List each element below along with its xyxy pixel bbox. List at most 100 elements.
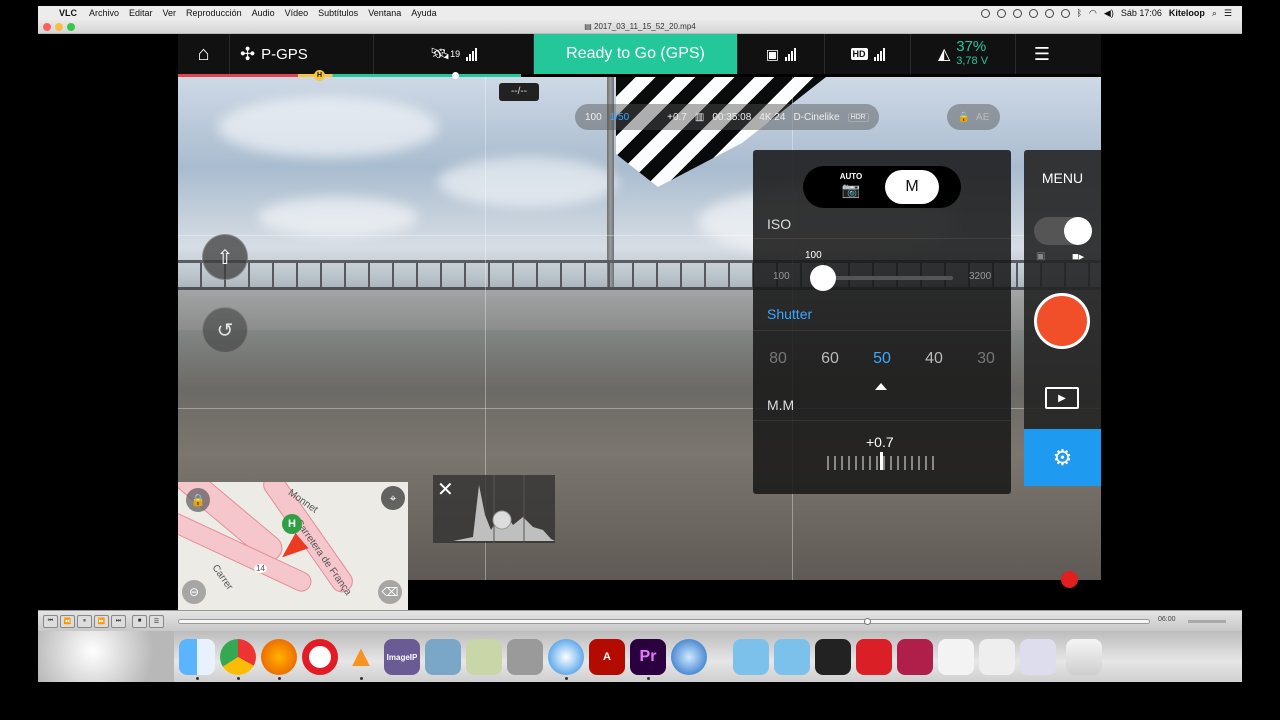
pause-button[interactable]: ⏸ <box>77 614 92 628</box>
volume-icon[interactable]: ◀) <box>1104 8 1114 19</box>
battery-status[interactable]: ◭ 37% 3,78 V <box>911 34 1016 74</box>
menu-editar[interactable]: Editar <box>129 8 153 18</box>
record-button[interactable] <box>1034 293 1090 349</box>
menu-video[interactable]: Vídeo <box>285 8 309 18</box>
menu-ventana[interactable]: Ventana <box>368 8 401 18</box>
shutter-option[interactable]: 80 <box>758 350 798 368</box>
user-name[interactable]: Kiteloop <box>1169 8 1205 18</box>
playlist-button[interactable]: ☰ <box>149 614 164 628</box>
shutter-option[interactable]: 30 <box>966 350 1006 368</box>
dock-disk-utility-icon[interactable] <box>507 639 543 675</box>
aircraft-status-text: Ready to Go (GPS) <box>566 45 705 62</box>
menu-ver[interactable]: Ver <box>163 8 177 18</box>
volume-slider[interactable] <box>1188 620 1226 623</box>
drive-icon[interactable] <box>996 8 1006 18</box>
dock-documents-icon[interactable] <box>938 639 974 675</box>
menu-subtitulos[interactable]: Subtítulos <box>318 8 358 18</box>
wifi-icon[interactable]: ◠ <box>1089 8 1097 19</box>
dock-files-icon[interactable] <box>1020 639 1056 675</box>
rc-signal[interactable]: ▣ <box>738 34 825 74</box>
gps-signal[interactable]: 🛰 19 <box>374 34 534 74</box>
next-button[interactable]: ⏭ <box>111 614 126 628</box>
dock-image-capture-icon[interactable] <box>466 639 502 675</box>
dock-finder-icon[interactable] <box>179 639 215 675</box>
settings-list-button[interactable]: ☰ <box>1016 34 1068 74</box>
dock-folder-icon[interactable] <box>815 639 851 675</box>
dock-applications-icon[interactable] <box>774 639 810 675</box>
minimize-window-button[interactable] <box>55 23 63 31</box>
bluetooth-icon[interactable]: ᛒ <box>1077 8 1082 18</box>
dock-quicktime-icon[interactable] <box>671 639 707 675</box>
playback-button[interactable]: ▶ <box>1045 387 1079 409</box>
flight-mode[interactable]: ✣ P-GPS <box>230 34 374 74</box>
takeoff-button[interactable]: ⇧ <box>202 234 248 280</box>
camera-menu-button[interactable]: MENU <box>1024 170 1101 186</box>
cloud-icon[interactable] <box>1028 8 1038 18</box>
map-clear-button[interactable]: ⌫ <box>378 580 402 604</box>
dock-opera-icon[interactable] <box>302 639 338 675</box>
dock-preview-icon[interactable] <box>425 639 461 675</box>
menu-audio[interactable]: Audio <box>252 8 275 18</box>
home-icon: ⌂ <box>197 42 210 65</box>
mini-map[interactable]: Monnet Carretera de França Carrer 14 H 🔒… <box>178 482 408 610</box>
exposure-mode-toggle[interactable]: AUTO 📷 M <box>803 166 961 208</box>
seek-handle[interactable] <box>864 618 871 625</box>
dock-firefox-icon[interactable] <box>261 639 297 675</box>
record-status-icon[interactable] <box>980 8 990 18</box>
video-area[interactable]: ⌂ ✣ P-GPS 🛰 19 Ready to Go (GPS) ▣ HD ◭ … <box>38 34 1242 610</box>
home-button[interactable]: ⌂ <box>178 34 230 74</box>
gps-signal-bars-icon <box>466 47 478 61</box>
seek-bar[interactable] <box>178 619 1150 624</box>
iso-max: 3200 <box>969 271 992 282</box>
dock-safari-icon[interactable] <box>548 639 584 675</box>
histogram-close-button[interactable]: ✕ <box>437 477 454 502</box>
time-machine-icon[interactable] <box>1060 8 1070 18</box>
auto-mode-option[interactable]: AUTO 📷 <box>819 172 883 202</box>
photo-video-switch[interactable] <box>1034 217 1092 245</box>
stop-button[interactable]: ■ <box>132 614 147 628</box>
map-locate-button[interactable]: ⌖ <box>381 486 405 510</box>
dock-notes-icon[interactable] <box>979 639 1015 675</box>
return-to-home-button[interactable]: ↺ <box>202 307 248 353</box>
map-lock-button[interactable]: 🔒 <box>186 488 210 512</box>
clock[interactable]: Sáb 17:06 <box>1121 8 1162 18</box>
shutter-option[interactable]: 60 <box>810 350 850 368</box>
dock-resolve-icon[interactable] <box>897 639 933 675</box>
shutter-caret-icon <box>875 383 887 390</box>
dock-trash-icon[interactable] <box>1066 639 1102 675</box>
menubar-app-name[interactable]: VLC <box>59 8 77 18</box>
forward-button[interactable]: ⏩ <box>94 614 109 628</box>
iso-readout: 100 <box>585 111 602 123</box>
menu-ayuda[interactable]: Ayuda <box>411 8 436 18</box>
aircraft-status[interactable]: Ready to Go (GPS) <box>534 34 738 74</box>
manual-mode-option[interactable]: M <box>885 170 939 204</box>
dock-imageip-icon[interactable]: ImageIP <box>384 639 420 675</box>
map-zoom-button[interactable]: ⊖ <box>182 580 206 604</box>
dropbox-icon[interactable] <box>1012 8 1022 18</box>
iso-slider[interactable] <box>823 276 953 280</box>
iso-slider-handle[interactable] <box>810 265 836 291</box>
dock-chrome-icon[interactable] <box>220 639 256 675</box>
dock-vlc-icon[interactable]: ▲ <box>343 639 379 675</box>
aircraft-position-marker <box>452 72 459 79</box>
camera-params-bar[interactable]: 100 1/50 +0.7 ▥ 00:35:08 4K 24 D-Cinelik… <box>575 104 879 130</box>
previous-button[interactable]: ⏮ <box>43 614 58 628</box>
rewind-button[interactable]: ⏪ <box>60 614 75 628</box>
menu-reproduccion[interactable]: Reproducción <box>186 8 242 18</box>
dock-acrobat-icon[interactable]: A <box>589 639 625 675</box>
ae-lock-button[interactable]: 🔒 AE <box>947 104 1000 130</box>
menu-archivo[interactable]: Archivo <box>89 8 119 18</box>
dock-downloads-icon[interactable] <box>733 639 769 675</box>
shutter-option[interactable]: 40 <box>914 350 954 368</box>
shutter-option-selected[interactable]: 50 <box>862 350 902 368</box>
camera-settings-button[interactable]: ⚙ <box>1024 429 1101 486</box>
ev-scale-marker <box>880 452 883 470</box>
dock-creative-cloud-icon[interactable] <box>856 639 892 675</box>
zoom-window-button[interactable] <box>67 23 75 31</box>
video-signal[interactable]: HD <box>825 34 911 74</box>
spotlight-icon[interactable]: ⌕ <box>1212 8 1217 19</box>
notification-center-icon[interactable]: ☰ <box>1224 8 1232 19</box>
sync-icon[interactable] <box>1044 8 1054 18</box>
close-window-button[interactable] <box>43 23 51 31</box>
dock-premiere-icon[interactable]: Pr <box>630 639 666 675</box>
